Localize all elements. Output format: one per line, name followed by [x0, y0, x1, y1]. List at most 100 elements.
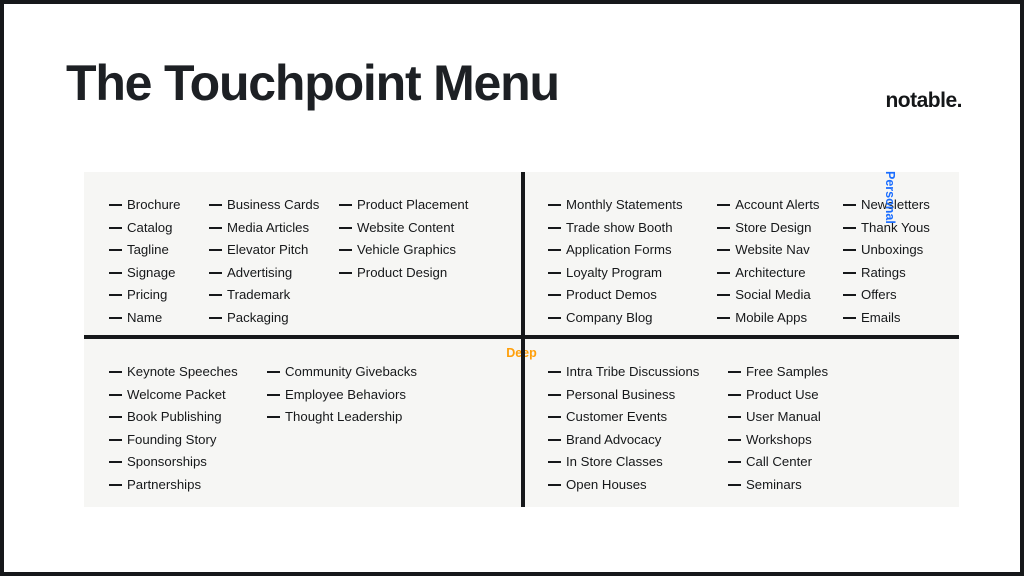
blank-line-icon [728, 483, 741, 486]
list-item[interactable]: Packaging [209, 307, 339, 330]
list-item[interactable]: Account Alerts [717, 194, 843, 217]
list-item-label: Monthly Statements [566, 197, 683, 212]
list-item[interactable]: Personal Business [548, 384, 728, 407]
blank-line-icon [717, 316, 731, 319]
list-item[interactable]: Media Articles [209, 217, 339, 240]
list-item-label: Brochure [127, 197, 181, 212]
list-item-label: Unboxings [860, 242, 924, 258]
list-item[interactable]: Intra Tribe Discussions [548, 361, 728, 384]
list-item[interactable]: Website Nav [717, 239, 843, 262]
list-item-label: Catalog [127, 219, 173, 235]
list-item[interactable]: Workshops [728, 429, 868, 452]
blank-line-icon [842, 249, 856, 252]
list-item[interactable]: Product Demos [548, 284, 717, 307]
list-item-label: Website Nav [735, 242, 810, 258]
list-item[interactable]: Founding Story [109, 429, 267, 452]
list-item[interactable]: Welcome Packet [109, 384, 267, 407]
list-item[interactable]: Ratings [842, 262, 959, 285]
list-item[interactable]: Mobile Apps [717, 307, 843, 330]
list-item-label: Intra Tribe Discussions [566, 364, 700, 379]
list-item[interactable]: Book Publishing [109, 406, 267, 429]
list-item-label: Architecture [735, 264, 806, 280]
page-title: The Touchpoint Menu [66, 55, 560, 111]
list-item[interactable]: Community Givebacks [267, 361, 437, 384]
list-item[interactable]: Unboxings [842, 239, 959, 262]
list-item[interactable]: Signage [109, 262, 209, 285]
blank-line-icon [339, 204, 352, 206]
blank-line-icon [548, 371, 561, 373]
list-item[interactable]: Advertising [209, 262, 339, 285]
list-item-label: Sponsorships [127, 454, 207, 470]
list-item[interactable]: Customer Events [548, 406, 728, 429]
list-item-label: Welcome Packet [127, 386, 226, 402]
list-item[interactable]: Sponsorships [109, 451, 267, 474]
list-item-label: Packaging [227, 309, 289, 325]
list-item[interactable]: Tagline [109, 239, 209, 262]
list-item-label: Application Forms [566, 242, 672, 258]
list-item[interactable]: Newsletters [842, 194, 959, 217]
blank-line-icon [548, 204, 561, 206]
list-item[interactable]: Offers [842, 284, 959, 307]
list-item[interactable]: Thank Yous [842, 217, 959, 240]
blank-line-icon [209, 316, 222, 319]
list-item[interactable]: Application Forms [548, 239, 717, 262]
list-item[interactable]: Elevator Pitch [209, 239, 339, 262]
list-item-label: Founding Story [127, 431, 217, 447]
brand-logo: notable. [885, 89, 962, 112]
quadrant-column: Free Samples Product Use User Manual Wor… [728, 361, 868, 507]
axis-label-personal: Personal [883, 171, 897, 224]
list-item[interactable]: Keynote Speeches [109, 361, 267, 384]
list-item-label: Trade show Booth [566, 219, 673, 235]
list-item[interactable]: Trademark [209, 284, 339, 307]
list-item[interactable]: Business Cards [209, 194, 339, 217]
list-item[interactable]: Store Design [717, 217, 843, 240]
list-item[interactable]: Seminars [728, 474, 868, 497]
touchpoint-matrix: Brochure Catalog Tagline Signage Pricing… [84, 172, 959, 507]
list-item[interactable]: Free Samples [728, 361, 868, 384]
list-item[interactable]: Product Use [728, 384, 868, 407]
list-item[interactable]: Brand Advocacy [548, 429, 728, 452]
list-item[interactable]: Emails [842, 307, 959, 330]
quadrant-column: Newsletters Thank Yous Unboxings Ratings… [842, 194, 959, 335]
list-item[interactable]: Monthly Statements [548, 194, 717, 217]
list-item[interactable]: Thought Leadership [267, 406, 437, 429]
list-item-label: Workshops [746, 431, 812, 447]
list-item[interactable]: Social Media [717, 284, 843, 307]
list-item-label: Media Articles [227, 219, 310, 235]
blank-line-icon [717, 226, 731, 229]
list-item[interactable]: Employee Behaviors [267, 384, 437, 407]
list-item[interactable]: Loyalty Program [548, 262, 717, 285]
list-item[interactable]: Architecture [717, 262, 843, 285]
horizontal-axis-line [84, 335, 959, 339]
blank-line-icon [267, 416, 280, 419]
list-item-label: Ratings [860, 264, 906, 280]
list-item-label: Product Placement [357, 197, 469, 212]
list-item[interactable]: Partnerships [109, 474, 267, 497]
list-item[interactable]: In Store Classes [548, 451, 728, 474]
list-item[interactable]: Vehicle Graphics [339, 239, 489, 262]
blank-line-icon [728, 416, 741, 419]
list-item-label: Advertising [227, 264, 293, 280]
list-item[interactable]: Trade show Booth [548, 217, 717, 240]
list-item-label: Keynote Speeches [127, 364, 238, 379]
quadrant-general-deep: Keynote Speeches Welcome Packet Book Pub… [84, 339, 521, 507]
list-item[interactable]: User Manual [728, 406, 868, 429]
list-item[interactable]: Company Blog [548, 307, 717, 330]
list-item[interactable]: Call Center [728, 451, 868, 474]
list-item[interactable]: Pricing [109, 284, 209, 307]
list-item[interactable]: Product Placement [339, 194, 489, 217]
list-item[interactable]: Brochure [109, 194, 209, 217]
list-item[interactable]: Catalog [109, 217, 209, 240]
list-item[interactable]: Name [109, 307, 209, 330]
list-item-label: Product Demos [566, 287, 657, 303]
quadrant-column: Monthly Statements Trade show Booth Appl… [548, 194, 717, 335]
blank-line-icon [339, 271, 352, 274]
blank-line-icon [109, 438, 122, 441]
list-item[interactable]: Website Content [339, 217, 489, 240]
list-item[interactable]: Open Houses [548, 474, 728, 497]
list-item[interactable]: Product Design [339, 262, 489, 285]
blank-line-icon [717, 294, 731, 297]
blank-line-icon [267, 393, 280, 396]
blank-line-icon [109, 316, 122, 319]
list-item-label: Vehicle Graphics [357, 242, 456, 258]
